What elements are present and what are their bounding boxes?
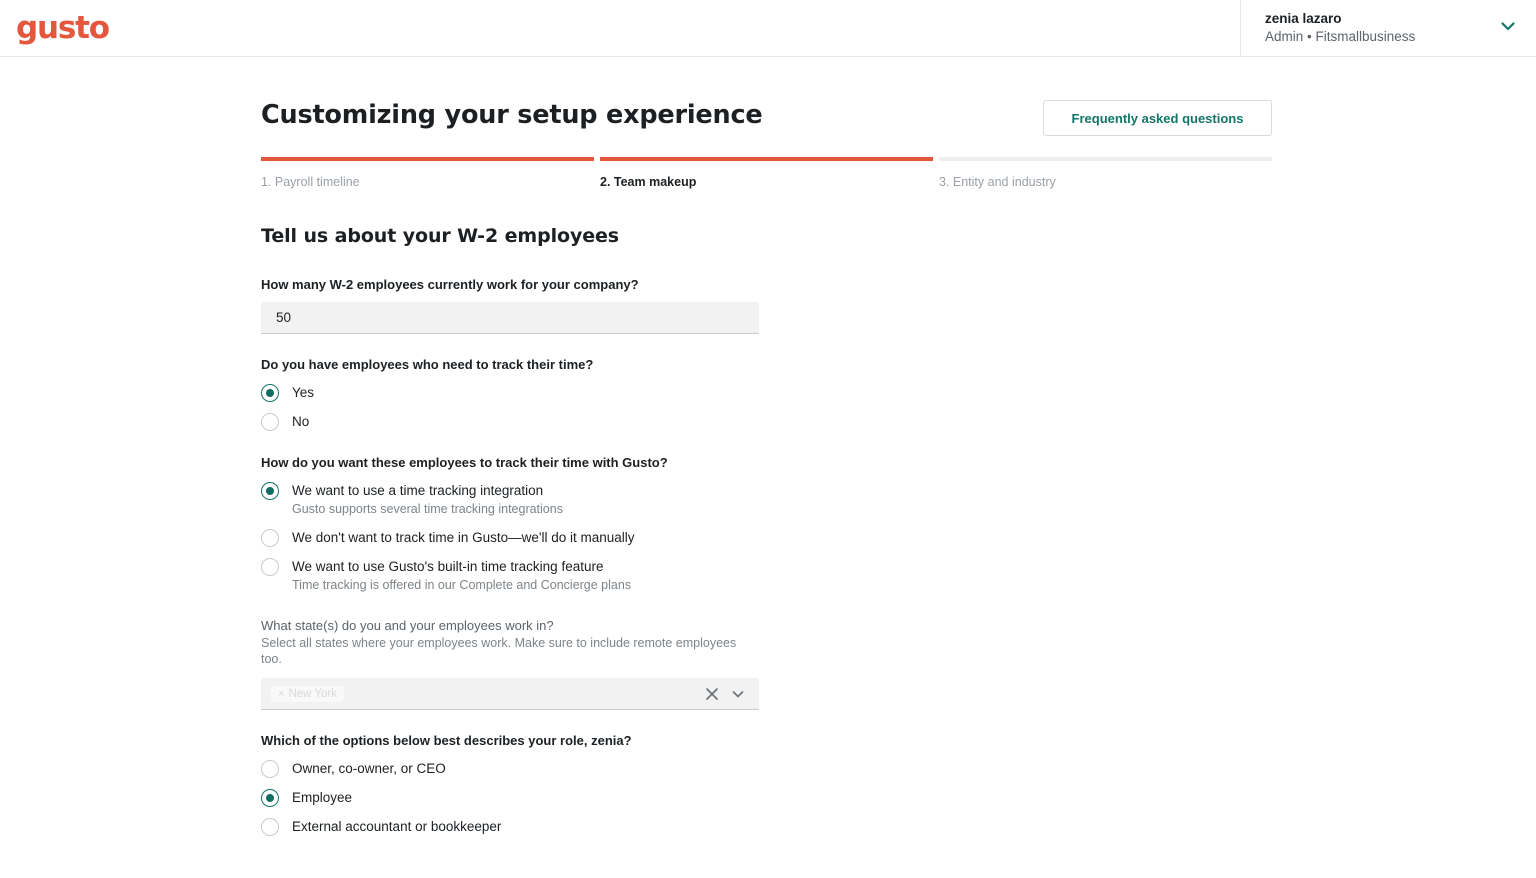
- states-field-group: What state(s) do you and your employees …: [261, 617, 759, 710]
- radio-tracking-integration[interactable]: We want to use a time tracking integrati…: [258, 476, 759, 523]
- radio-texts: No: [292, 412, 309, 431]
- states-label: What state(s) do you and your employees …: [261, 618, 554, 633]
- employee-count-field-group: How many W-2 employees currently work fo…: [261, 276, 759, 334]
- radio-label: We don't want to track time in Gusto—we'…: [292, 530, 635, 545]
- radio-label: We want to use a time tracking integrati…: [292, 483, 544, 498]
- radio-indicator: [261, 558, 279, 576]
- role-label: Which of the options below best describe…: [261, 733, 632, 748]
- step-3-label: 3. Entity and industry: [939, 175, 1056, 189]
- chevron-down-icon[interactable]: [1498, 16, 1518, 41]
- radio-role-owner[interactable]: Owner, co-owner, or CEO: [261, 754, 759, 783]
- step-3-bar: [939, 157, 1272, 161]
- employee-count-input[interactable]: [261, 302, 759, 334]
- radio-track-time-no[interactable]: No: [261, 407, 759, 436]
- radio-label: External accountant or bookkeeper: [292, 819, 502, 834]
- radio-role-employee[interactable]: Employee: [258, 783, 759, 812]
- radio-label: Employee: [292, 790, 353, 805]
- gusto-logo[interactable]: gusto: [16, 12, 110, 44]
- chip-remove-icon[interactable]: ×: [278, 688, 284, 700]
- step-1-label: 1. Payroll timeline: [261, 175, 360, 189]
- step-1-bar: [261, 157, 594, 161]
- states-help-text: Select all states where your employees w…: [261, 636, 737, 666]
- step-2-bar: [600, 157, 933, 161]
- radio-sublabel: Gusto supports several time tracking int…: [292, 502, 563, 516]
- radio-indicator: [258, 786, 282, 810]
- track-time-field-group: Do you have employees who need to track …: [258, 356, 759, 436]
- radio-label: No: [292, 414, 310, 429]
- user-account-menu[interactable]: zenia lazaro Admin • Fitsmallbusiness: [1240, 0, 1536, 57]
- radio-texts: We want to use Gusto's built-in time tra…: [292, 557, 631, 594]
- faq-button[interactable]: Frequently asked questions: [1043, 100, 1272, 136]
- top-header-bar: gusto zenia lazaro Admin • Fitsmallbusin…: [0, 0, 1536, 57]
- radio-label: Owner, co-owner, or CEO: [292, 761, 446, 776]
- setup-form: Tell us about your W-2 employees How man…: [258, 223, 759, 878]
- tracking-method-field-group: How do you want these employees to track…: [258, 454, 759, 599]
- state-chip-new-york[interactable]: × New York: [271, 685, 345, 702]
- step-1-payroll-timeline[interactable]: 1. Payroll timeline: [261, 157, 594, 190]
- track-time-radio-group: Yes No: [258, 378, 759, 436]
- radio-texts: Employee: [292, 788, 352, 807]
- states-chip-list: × New York: [271, 685, 699, 702]
- user-text-group: zenia lazaro Admin • Fitsmallbusiness: [1265, 10, 1498, 46]
- track-time-label: Do you have employees who need to track …: [261, 357, 594, 372]
- tracking-method-label: How do you want these employees to track…: [261, 455, 668, 470]
- states-multiselect[interactable]: × New York: [261, 678, 759, 710]
- user-role: Admin • Fitsmallbusiness: [1265, 29, 1416, 44]
- radio-label: We want to use Gusto's built-in time tra…: [292, 559, 604, 574]
- radio-sublabel: Time tracking is offered in our Complete…: [292, 578, 632, 592]
- radio-texts: We want to use a time tracking integrati…: [292, 481, 563, 518]
- radio-tracking-manual[interactable]: We don't want to track time in Gusto—we'…: [261, 523, 759, 552]
- form-section-title: Tell us about your W-2 employees: [261, 225, 620, 247]
- title-row: Customizing your setup experience Freque…: [261, 57, 1272, 136]
- close-icon[interactable]: [699, 687, 725, 701]
- chevron-down-icon[interactable]: [725, 687, 751, 701]
- radio-label: Yes: [292, 385, 315, 400]
- tracking-method-radio-group: We want to use a time tracking integrati…: [258, 476, 759, 599]
- radio-texts: Yes: [292, 383, 314, 402]
- page-title: Customizing your setup experience: [261, 100, 763, 130]
- step-2-label: 2. Team makeup: [600, 175, 697, 189]
- radio-indicator: [258, 479, 282, 503]
- radio-indicator: [261, 760, 279, 778]
- radio-role-accountant[interactable]: External accountant or bookkeeper: [261, 812, 759, 841]
- radio-track-time-yes[interactable]: Yes: [258, 378, 759, 407]
- role-radio-group: Owner, co-owner, or CEO Employee Externa…: [258, 754, 759, 841]
- progress-stepper: 1. Payroll timeline 2. Team makeup 3. En…: [261, 157, 1272, 190]
- employee-count-label: How many W-2 employees currently work fo…: [261, 277, 639, 292]
- step-3-entity-and-industry[interactable]: 3. Entity and industry: [939, 157, 1272, 190]
- radio-texts: External accountant or bookkeeper: [292, 817, 501, 836]
- role-field-group: Which of the options below best describe…: [258, 732, 759, 841]
- page-body: Customizing your setup experience Freque…: [0, 57, 1536, 878]
- radio-indicator: [258, 381, 282, 405]
- chip-label: New York: [288, 687, 338, 700]
- radio-indicator: [261, 529, 279, 547]
- step-2-team-makeup[interactable]: 2. Team makeup: [600, 157, 933, 190]
- radio-texts: Owner, co-owner, or CEO: [292, 759, 446, 778]
- radio-indicator: [261, 818, 279, 836]
- user-name: zenia lazaro: [1265, 11, 1342, 26]
- radio-indicator: [261, 413, 279, 431]
- radio-texts: We don't want to track time in Gusto—we'…: [292, 528, 635, 547]
- radio-tracking-builtin[interactable]: We want to use Gusto's built-in time tra…: [261, 552, 759, 599]
